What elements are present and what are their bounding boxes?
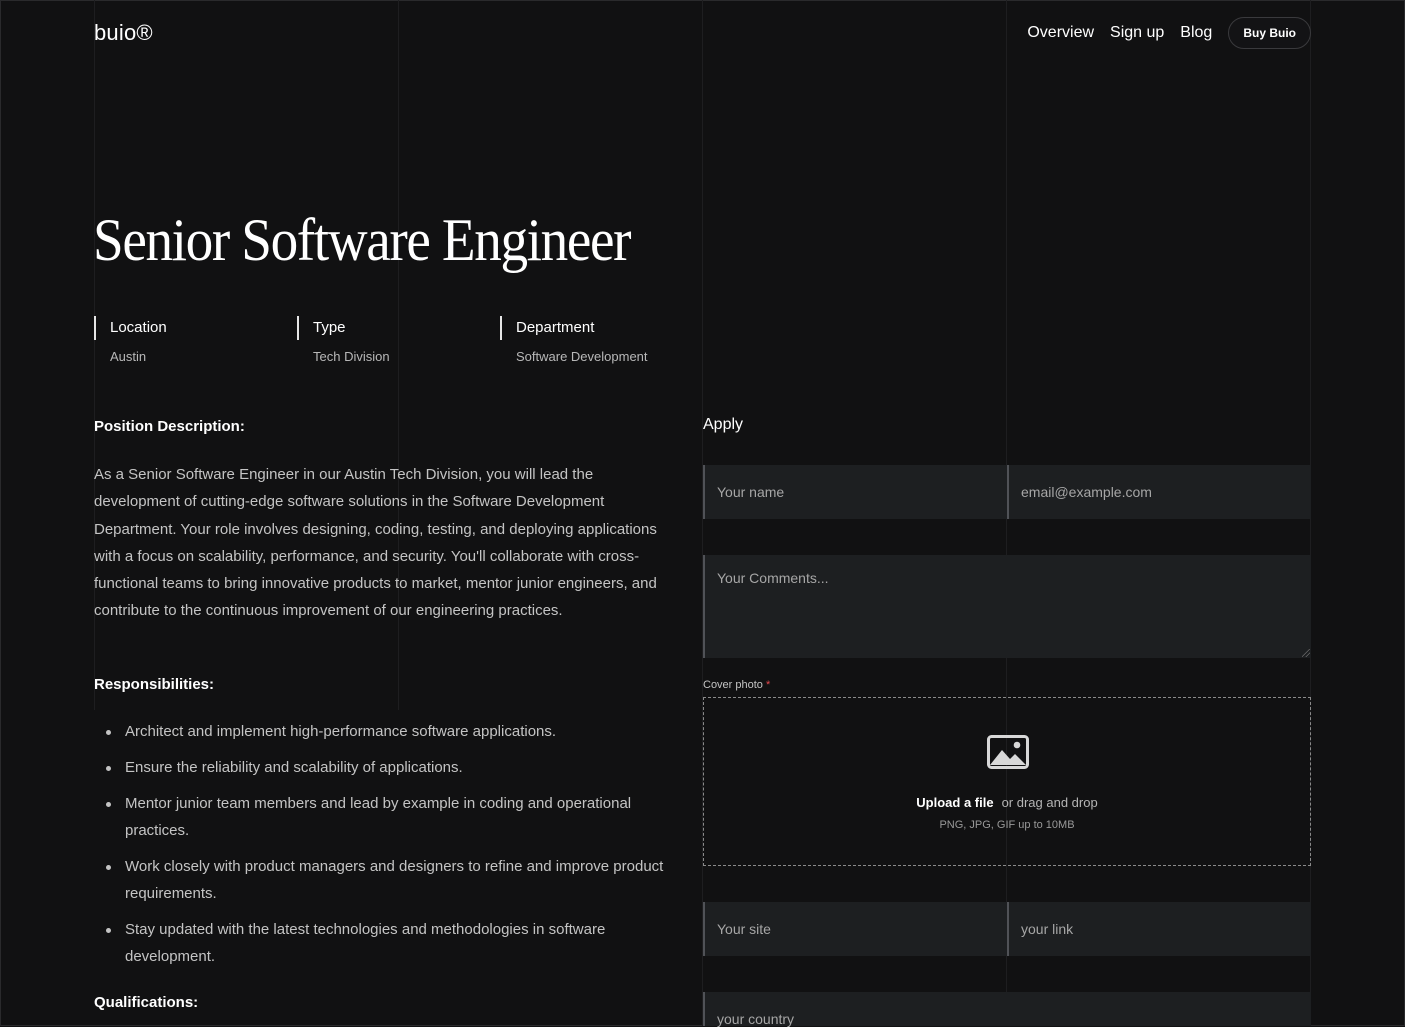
meta-location: Location Austin (94, 316, 284, 364)
meta-label: Location (94, 316, 284, 340)
list-item: Work closely with product managers and d… (94, 853, 674, 908)
meta-value: Software Development (516, 349, 648, 364)
meta-label: Type (297, 316, 487, 340)
site-field[interactable]: Your site (703, 902, 1007, 956)
list-item: Architect and implement high-performance… (94, 718, 674, 745)
resize-handle-icon[interactable] (1302, 649, 1310, 657)
upload-file-link[interactable]: Upload a file (916, 795, 993, 810)
link-field[interactable]: your link (1007, 902, 1311, 956)
meta-type: Type Tech Division (297, 316, 487, 364)
comments-field[interactable]: Your Comments... (703, 555, 1311, 658)
responsibilities-list: Architect and implement high-performance… (94, 718, 674, 979)
upload-hint: PNG, JPG, GIF up to 10MB (939, 819, 1075, 831)
list-item: Mentor junior team members and lead by e… (94, 790, 674, 845)
country-placeholder: your country (717, 1011, 795, 1027)
country-field[interactable]: your country (703, 992, 1311, 1027)
list-item: Stay updated with the latest technologie… (94, 916, 674, 971)
name-field[interactable]: Your name (703, 465, 1007, 519)
cover-photo-label: Cover photo * (703, 679, 770, 691)
meta-value: Tech Division (313, 349, 390, 364)
cover-photo-label-text: Cover photo (703, 679, 763, 691)
description-heading: Position Description: (94, 418, 245, 435)
site-header: buio® Overview Sign up Blog Buy Buio (94, 16, 1311, 52)
meta-label: Department (500, 316, 690, 340)
nav-link-overview[interactable]: Overview (1027, 24, 1094, 42)
comments-placeholder: Your Comments... (717, 570, 829, 586)
logo[interactable]: buio® (94, 20, 153, 46)
nav-link-sign-up[interactable]: Sign up (1110, 24, 1164, 42)
meta-value: Austin (110, 349, 147, 364)
apply-heading: Apply (703, 416, 744, 433)
qualifications-heading: Qualifications: (94, 994, 199, 1011)
drag-drop-text: or drag and drop (1001, 795, 1098, 810)
nav-link-blog[interactable]: Blog (1180, 24, 1212, 42)
image-icon (987, 735, 1029, 769)
buy-button[interactable]: Buy Buio (1228, 17, 1311, 49)
position-description: As a Senior Software Engineer in our Aus… (94, 466, 657, 620)
required-mark: * (765, 679, 771, 691)
job-title: Senior Software Engineer (93, 207, 631, 273)
meta-department: Department Software Development (500, 316, 690, 364)
list-item: Ensure the reliability and scalability o… (94, 754, 674, 781)
main-nav: Overview Sign up Blog Buy Buio (1027, 16, 1311, 50)
responsibilities-heading: Responsibilities: (94, 676, 215, 693)
email-field[interactable]: email@example.com (1007, 465, 1311, 519)
cover-photo-dropzone[interactable]: Upload a file or drag and drop PNG, JPG, … (703, 697, 1311, 866)
upload-instructions: Upload a file or drag and drop (704, 795, 1310, 810)
